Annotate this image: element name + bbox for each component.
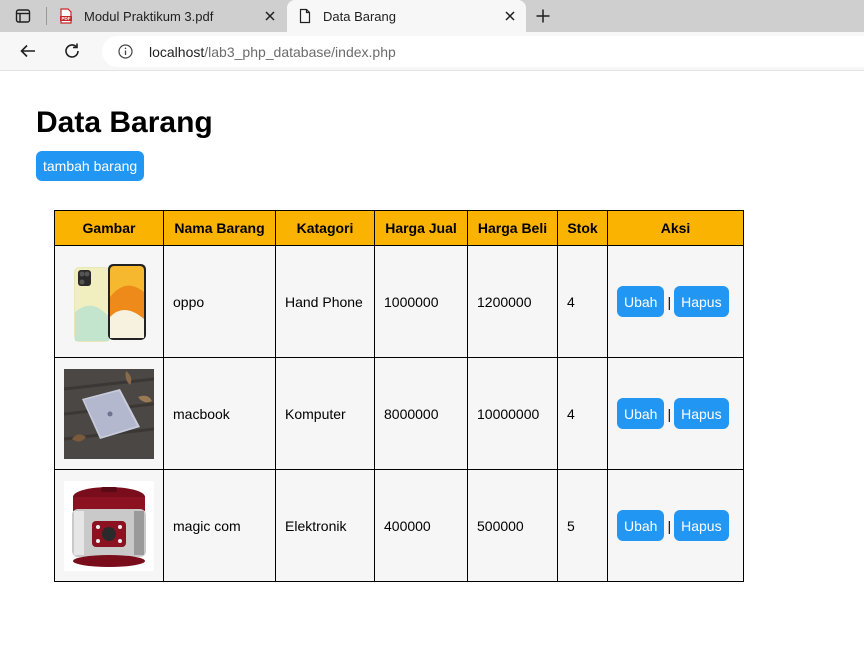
header-harga-jual: Harga Jual (374, 210, 468, 246)
table-row: macbook Komputer 8000000 10000000 4 Ubah… (54, 357, 744, 470)
table-header-row: Gambar Nama Barang Katagori Harga Jual H… (54, 210, 744, 246)
items-table: Gambar Nama Barang Katagori Harga Jual H… (54, 210, 744, 582)
header-stok: Stok (557, 210, 608, 246)
cell-kategori: Komputer (275, 357, 375, 470)
reload-icon[interactable] (61, 40, 83, 62)
tab-data-barang[interactable]: Data Barang (287, 0, 526, 32)
cell-harga-jual: 8000000 (374, 357, 468, 470)
cell-aksi: Ubah | Hapus (607, 245, 744, 358)
page-content: Data Barang tambah barang Gambar Nama Ba… (0, 71, 864, 650)
phone-image (64, 256, 154, 347)
browser-toolbar: localhost/lab3_php_database/index.php (0, 32, 864, 71)
add-item-button[interactable]: tambah barang (36, 151, 145, 181)
cell-kategori: Elektronik (275, 469, 375, 582)
cell-nama: magic com (163, 469, 276, 582)
cell-nama: macbook (163, 357, 276, 470)
svg-text:PDF: PDF (62, 16, 71, 21)
table-row: oppo Hand Phone 1000000 1200000 4 Ubah | H… (54, 245, 744, 358)
info-icon[interactable] (118, 44, 133, 59)
close-icon[interactable] (502, 8, 518, 24)
cell-nama: oppo (163, 245, 276, 358)
tab-title: Data Barang (323, 9, 396, 24)
url-path: /lab3_php_database/index.php (204, 44, 396, 60)
delete-button[interactable]: Hapus (674, 510, 729, 541)
action-separator: | (667, 517, 672, 534)
url-host: localhost (149, 44, 205, 60)
tab-separator (46, 7, 47, 25)
page-title: Data Barang (36, 106, 213, 139)
image-cell (54, 357, 164, 470)
tab-pdf[interactable]: PDF Modul Praktikum 3.pdf (48, 0, 286, 32)
header-gambar: Gambar (54, 210, 164, 246)
delete-button[interactable]: Hapus (674, 286, 729, 317)
action-separator: | (667, 293, 672, 310)
laptop-image (64, 368, 154, 459)
address-bar[interactable]: localhost/lab3_php_database/index.php (102, 36, 864, 67)
action-separator: | (667, 405, 672, 422)
edit-button[interactable]: Ubah (617, 510, 665, 541)
cell-stok: 4 (557, 357, 608, 470)
edit-button[interactable]: Ubah (617, 398, 665, 429)
cell-harga-jual: 400000 (374, 469, 468, 582)
browser-tab-strip: PDF Modul Praktikum 3.pdf Data Barang (0, 0, 864, 32)
cell-aksi: Ubah | Hapus (607, 357, 744, 470)
cell-harga-jual: 1000000 (374, 245, 468, 358)
edit-button[interactable]: Ubah (617, 286, 665, 317)
pdf-file-icon: PDF (58, 8, 74, 24)
tab-actions-icon[interactable] (8, 5, 38, 27)
cell-harga-beli: 1200000 (467, 245, 558, 358)
tab-title: Modul Praktikum 3.pdf (84, 9, 214, 24)
document-icon (297, 8, 313, 24)
cell-aksi: Ubah | Hapus (607, 469, 744, 582)
cell-stok: 4 (557, 245, 608, 358)
back-arrow-icon[interactable] (17, 40, 39, 62)
header-katagori: Katagori (275, 210, 375, 246)
table-row: magic com Elektronik 400000 500000 5 Uba… (54, 469, 744, 582)
close-icon[interactable] (262, 8, 278, 24)
delete-button[interactable]: Hapus (674, 398, 729, 429)
new-tab-plus-icon[interactable] (533, 6, 553, 26)
rice-cooker-image (64, 480, 154, 571)
cell-harga-beli: 10000000 (467, 357, 558, 470)
image-cell (54, 469, 164, 582)
header-nama-barang: Nama Barang (163, 210, 276, 246)
cell-kategori: Hand Phone (275, 245, 375, 358)
header-harga-beli: Harga Beli (467, 210, 558, 246)
cell-stok: 5 (557, 469, 608, 582)
cell-harga-beli: 500000 (467, 469, 558, 582)
url-text: localhost/lab3_php_database/index.php (149, 44, 396, 60)
header-aksi: Aksi (607, 210, 744, 246)
image-cell (54, 245, 164, 358)
